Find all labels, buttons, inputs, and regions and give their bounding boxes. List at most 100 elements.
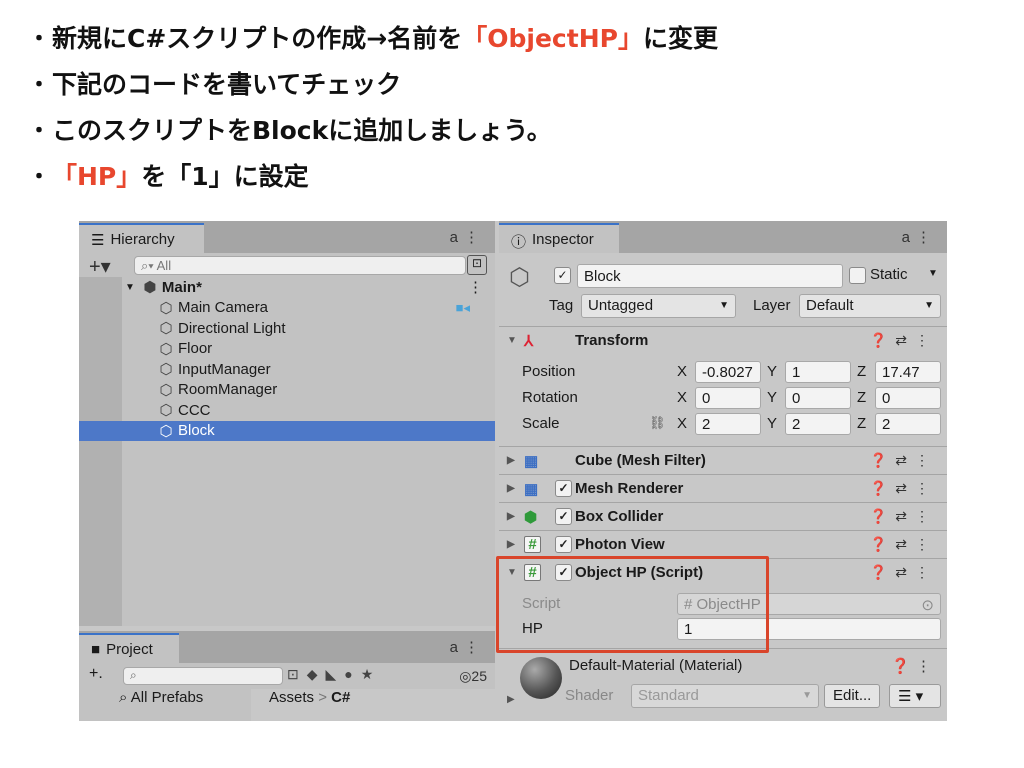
component-tools-icons[interactable]: ❓⇄⋮ bbox=[870, 564, 937, 581]
expand-arrow-icon: ▶ bbox=[507, 483, 515, 494]
search-icon: ⌕▾ bbox=[141, 258, 157, 273]
chevron-down-icon: ▼ bbox=[924, 300, 934, 311]
gameobject-icon: ⬡ bbox=[159, 340, 173, 358]
rotation-y-field[interactable]: 0 bbox=[785, 387, 851, 409]
static-dropdown-icon[interactable]: ▼ bbox=[928, 268, 938, 279]
scale-x-field[interactable]: 2 bbox=[695, 413, 761, 435]
script-icon: # bbox=[524, 564, 541, 581]
project-breadcrumb: Assets > C# bbox=[251, 689, 495, 721]
create-asset-button[interactable]: +. bbox=[89, 665, 103, 683]
position-y-field[interactable]: 1 bbox=[785, 361, 851, 383]
static-checkbox[interactable] bbox=[849, 267, 866, 284]
gameobject-icon: ⬡ bbox=[159, 422, 173, 440]
collapse-arrow-icon: ▼ bbox=[507, 567, 517, 578]
hp-field[interactable]: 1 bbox=[677, 618, 941, 640]
chevron-down-icon: ▼ bbox=[802, 690, 812, 701]
script-icon: # bbox=[684, 596, 697, 613]
constrain-proportions-icon[interactable]: ⛓ bbox=[649, 415, 666, 431]
folder-icon: ■ bbox=[91, 641, 101, 658]
list-item[interactable]: ⬡ Floor bbox=[79, 339, 495, 360]
script-icon: # bbox=[524, 536, 541, 553]
project-folder-tree: ⌕ All Prefabs bbox=[79, 689, 249, 721]
material-tools-icons[interactable]: ❓⋮ bbox=[891, 657, 937, 675]
favorite-star-icon[interactable]: ★ bbox=[361, 666, 374, 683]
scene-row[interactable]: ▼ ⬢ Main* ⋮ bbox=[79, 277, 495, 298]
mesh-renderer-header[interactable]: ▶ ▦ ✓ Mesh Renderer ❓⇄⋮ bbox=[499, 474, 947, 502]
add-object-button[interactable]: +▾ bbox=[89, 254, 111, 279]
tag-icon[interactable]: ◣ bbox=[326, 666, 337, 683]
photon-view-checkbox[interactable]: ✓ bbox=[555, 536, 572, 553]
breadcrumb-csharp[interactable]: C# bbox=[331, 689, 350, 706]
photon-view-header[interactable]: ▶ # ✓ Photon View ❓⇄⋮ bbox=[499, 530, 947, 558]
scale-y-field[interactable]: 2 bbox=[785, 413, 851, 435]
breadcrumb-assets[interactable]: Assets bbox=[269, 689, 314, 706]
mesh-filter-header[interactable]: ▶ ▦ Cube (Mesh Filter) ❓⇄⋮ bbox=[499, 446, 947, 474]
project-panel: ■ Project a⋮ +. ⌕ ⊡ ◆ ◣ ● ★ ◎25 ⌕ All Pr… bbox=[79, 631, 495, 721]
gameobject-cube-icon[interactable]: ⬡ bbox=[509, 263, 530, 292]
list-item[interactable]: ⬡ InputManager bbox=[79, 359, 495, 380]
list-item-selected[interactable]: ⬡ Block bbox=[79, 420, 495, 441]
expand-arrow-icon: ▶ bbox=[507, 539, 515, 550]
expand-arrow-icon[interactable]: ▶ bbox=[507, 694, 515, 705]
panel-menu-icon[interactable]: a⋮ bbox=[902, 228, 937, 246]
expand-arrow-icon: ▶ bbox=[507, 455, 515, 466]
instruction-list: ・ 新規にC#スクリプトの作成→名前を 「ObjectHP」 に変更 ・下記のコード… bbox=[28, 14, 718, 198]
box-collider-icon: ⬢ bbox=[524, 508, 538, 526]
tag-dropdown[interactable]: Untagged ▼ bbox=[581, 294, 736, 318]
panel-menu-icon[interactable]: a⋮ bbox=[450, 228, 485, 246]
hidden-packages-count[interactable]: ◎25 bbox=[459, 668, 487, 685]
box-collider-checkbox[interactable]: ✓ bbox=[555, 508, 572, 525]
object-picker-icon: ⊙ bbox=[921, 597, 934, 614]
filter-label-icon[interactable]: ◆ bbox=[307, 666, 318, 683]
component-tools-icons[interactable]: ❓⇄⋮ bbox=[870, 536, 937, 553]
list-item[interactable]: ⬡ CCC bbox=[79, 400, 495, 421]
instruction-3: ・このスクリプトをBlockに追加しましょう。 bbox=[28, 116, 552, 145]
list-item[interactable]: ⬡ RoomManager bbox=[79, 380, 495, 401]
list-item[interactable]: ⬡ Main Camera ■◂ bbox=[79, 298, 495, 319]
transform-header[interactable]: ▼ ⅄ Transform ❓⇄⋮ bbox=[499, 326, 947, 354]
hierarchy-search-input[interactable]: ⌕▾ All bbox=[134, 256, 466, 275]
chevron-down-icon: ▼ bbox=[719, 300, 729, 311]
material-section: Default-Material (Material) ❓⋮ Shader St… bbox=[499, 648, 947, 721]
list-icon: ☰ bbox=[91, 232, 105, 249]
component-tools-icons[interactable]: ❓⇄⋮ bbox=[870, 508, 937, 525]
shader-dropdown[interactable]: Standard ▼ bbox=[631, 684, 819, 708]
object-hp-script-header[interactable]: ▼ # ✓ Object HP (Script) ❓⇄⋮ bbox=[499, 558, 947, 586]
component-tools-icons[interactable]: ❓⇄⋮ bbox=[870, 332, 937, 349]
component-tools-icons[interactable]: ❓⇄⋮ bbox=[870, 480, 937, 497]
tree-item-all-prefabs[interactable]: All Prefabs bbox=[131, 689, 204, 706]
asset-store-icon[interactable]: ● bbox=[344, 666, 352, 683]
script-reference-field: # ObjectHP ⊙ bbox=[677, 593, 941, 615]
camera-icon: ■◂ bbox=[455, 299, 470, 315]
list-item[interactable]: ⬡ Directional Light bbox=[79, 318, 495, 339]
box-collider-header[interactable]: ▶ ⬢ ✓ Box Collider ❓⇄⋮ bbox=[499, 502, 947, 530]
hierarchy-panel: ☰ Hierarchy a⋮ +▾ ⌕▾ All ⊡ ▼ ⬢ Main* ⋮ ⬡… bbox=[79, 221, 495, 626]
filter-type-icon[interactable]: ⊡ bbox=[287, 666, 299, 683]
rotation-x-field[interactable]: 0 bbox=[695, 387, 761, 409]
info-icon: ⓘ bbox=[511, 234, 527, 251]
panel-menu-icon[interactable]: a⋮ bbox=[450, 638, 485, 656]
tab-hierarchy[interactable]: ☰ Hierarchy bbox=[79, 223, 204, 253]
position-x-field[interactable]: -0.8027 bbox=[695, 361, 761, 383]
scene-menu-icon[interactable]: ⋮ bbox=[468, 278, 483, 296]
layer-dropdown[interactable]: Default ▼ bbox=[799, 294, 941, 318]
tab-inspector[interactable]: ⓘ Inspector bbox=[499, 223, 619, 253]
project-search-input[interactable]: ⌕ bbox=[123, 667, 283, 685]
rotation-z-field[interactable]: 0 bbox=[875, 387, 941, 409]
mesh-renderer-checkbox[interactable]: ✓ bbox=[555, 480, 572, 497]
component-tools-icons[interactable]: ❓⇄⋮ bbox=[870, 452, 937, 469]
shader-options-button[interactable]: ☰ ▾ bbox=[889, 684, 941, 708]
shader-edit-button[interactable]: Edit... bbox=[824, 684, 881, 708]
search-icon: ⌕ bbox=[130, 668, 137, 682]
tab-project[interactable]: ■ Project bbox=[79, 633, 179, 663]
instruction-1: ・ 新規にC#スクリプトの作成→名前を 「ObjectHP」 に変更 bbox=[28, 24, 718, 53]
scene-visibility-icon[interactable]: ⊡ bbox=[467, 255, 487, 275]
active-checkbox[interactable]: ✓ bbox=[554, 267, 571, 284]
collapse-arrow-icon: ▼ bbox=[507, 335, 517, 346]
scale-z-field[interactable]: 2 bbox=[875, 413, 941, 435]
static-label: Static bbox=[870, 266, 908, 283]
position-z-field[interactable]: 17.47 bbox=[875, 361, 941, 383]
object-name-input[interactable]: Block bbox=[577, 264, 843, 288]
material-preview-sphere bbox=[520, 657, 562, 699]
object-hp-checkbox[interactable]: ✓ bbox=[555, 564, 572, 581]
